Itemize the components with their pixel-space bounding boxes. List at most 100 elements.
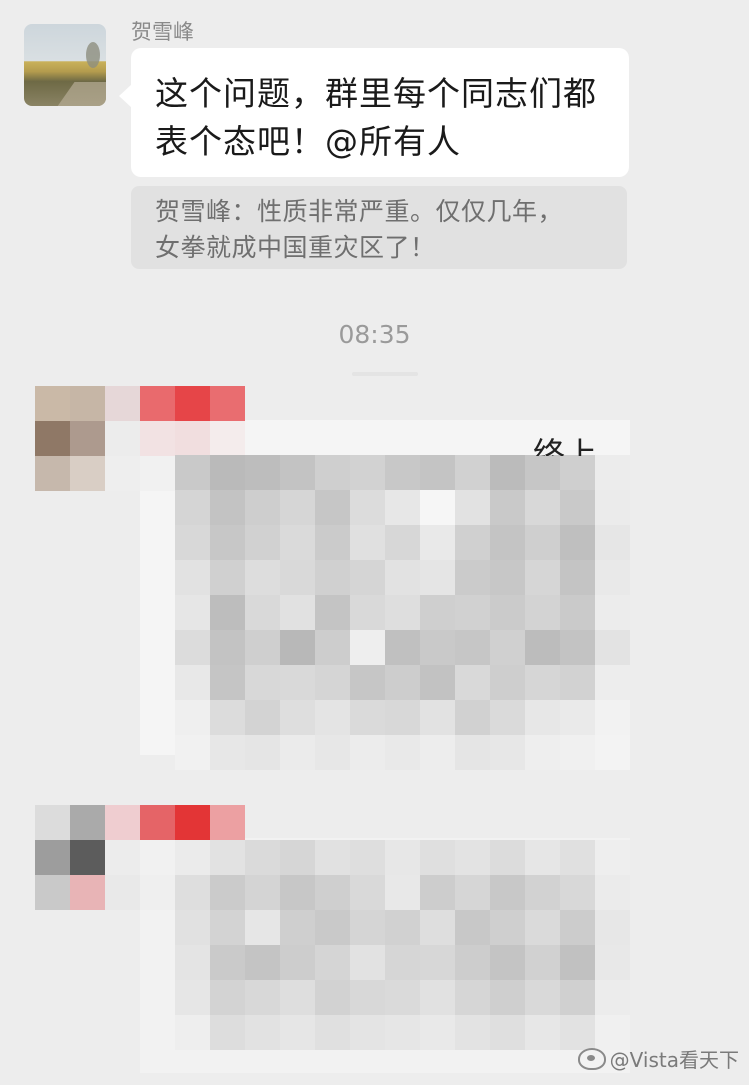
pixelated-avatar-1-cell	[35, 456, 70, 491]
pixelated-text-cell	[280, 700, 315, 735]
pixelated-text-cell	[455, 735, 490, 770]
pixelated-text-cell	[560, 630, 595, 665]
pixelated-avatar-2-cell	[105, 840, 140, 875]
pixelated-text-cell	[210, 525, 245, 560]
divider	[352, 372, 418, 376]
pixelated-text-cell	[350, 945, 385, 980]
pixelated-text-cell	[350, 735, 385, 770]
pixelated-avatar-1-cell	[140, 386, 175, 421]
pixelated-text-cell	[595, 840, 630, 875]
pixelated-text-cell	[420, 980, 455, 1015]
pixelated-text-cell	[350, 630, 385, 665]
pixelated-avatar-2-cell	[140, 875, 175, 910]
pixelated-avatar-1-cell	[35, 421, 70, 456]
pixelated-avatar-1-cell	[105, 421, 140, 456]
pixelated-text-cell	[595, 980, 630, 1015]
pixelated-text-cell	[315, 665, 350, 700]
pixelated-avatar-2-cell	[140, 805, 175, 840]
pixelated-text-cell	[525, 595, 560, 630]
pixelated-text-cell	[525, 735, 560, 770]
pixelated-text-cell	[385, 595, 420, 630]
pixelated-text-cell	[175, 700, 210, 735]
pixelated-text-cell	[245, 560, 280, 595]
pixelated-text-cell	[455, 665, 490, 700]
pixelated-text-cell	[525, 875, 560, 910]
pixelated-text-cell	[420, 630, 455, 665]
pixelated-avatar-2-cell	[35, 805, 70, 840]
pixelated-text-cell	[490, 1015, 525, 1050]
pixelated-text-cell	[245, 840, 280, 875]
pixelated-text-cell	[350, 665, 385, 700]
pixelated-text-cell	[490, 910, 525, 945]
sender-name: 贺雪峰	[131, 20, 194, 44]
timestamp: 08:35	[338, 320, 411, 349]
pixelated-text-cell	[315, 630, 350, 665]
pixelated-text-cell	[175, 980, 210, 1015]
pixelated-text-cell	[280, 980, 315, 1015]
pixelated-text-cell	[315, 980, 350, 1015]
pixelated-text-cell	[490, 700, 525, 735]
pixelated-text-cell	[595, 665, 630, 700]
pixelated-text-cell	[175, 840, 210, 875]
pixelated-text-cell	[560, 525, 595, 560]
pixelated-text-cell	[385, 560, 420, 595]
pixelated-text-cell	[490, 490, 525, 525]
pixelated-text-cell	[490, 945, 525, 980]
pixelated-text-cell	[490, 980, 525, 1015]
pixelated-text-cell	[455, 595, 490, 630]
pixelated-text-cell	[420, 700, 455, 735]
pixelated-text-cell	[280, 490, 315, 525]
pixelated-text-cell	[210, 980, 245, 1015]
pixelated-avatar-1-cell	[70, 421, 105, 456]
pixelated-text-cell	[455, 910, 490, 945]
pixelated-text-cell	[525, 490, 560, 525]
pixelated-text-cell	[210, 455, 245, 490]
pixelated-text-cell	[210, 560, 245, 595]
pixelated-text-cell	[490, 875, 525, 910]
pixelated-text-cell	[315, 595, 350, 630]
pixelated-text-cell	[350, 700, 385, 735]
pixelated-avatar-2-cell	[35, 840, 70, 875]
partial-visible-text: 终上	[533, 435, 598, 456]
pixelated-text-cell	[245, 980, 280, 1015]
sender-avatar[interactable]	[24, 24, 106, 106]
pixelated-avatar-1-cell	[35, 386, 70, 421]
pixelated-text-cell	[560, 595, 595, 630]
pixelated-avatar-2-cell	[70, 875, 105, 910]
pixelated-text-cell	[350, 490, 385, 525]
pixelated-avatar-2-cell	[140, 840, 175, 875]
pixelated-text-cell	[560, 980, 595, 1015]
pixelated-text-cell	[525, 700, 560, 735]
pixelated-text-cell	[595, 630, 630, 665]
pixelated-text-cell	[350, 595, 385, 630]
message-bubble[interactable]: 这个问题，群里每个同志们都 表个态吧！@所有人	[119, 48, 629, 177]
pixelated-text-cell	[525, 455, 560, 490]
pixelated-text-cell	[280, 735, 315, 770]
pixelated-text-cell	[175, 875, 210, 910]
weibo-logo-icon	[577, 1047, 606, 1070]
pixelated-text-cell	[420, 560, 455, 595]
pixelated-text-cell	[385, 1015, 420, 1050]
pixelated-text-cell	[280, 840, 315, 875]
pixelated-text-cell	[385, 875, 420, 910]
pixelated-text-cell	[245, 875, 280, 910]
pixelated-text-cell	[350, 840, 385, 875]
quoted-message[interactable]: 贺雪峰：性质非常严重。仅仅几年， 女拳就成中国重灾区了！	[131, 186, 627, 269]
pixelated-text-cell	[560, 875, 595, 910]
pixelated-text-cell	[560, 910, 595, 945]
pixelated-text-cell	[350, 910, 385, 945]
pixelated-avatar-2-cell	[105, 805, 140, 840]
pixelated-text-cell	[175, 525, 210, 560]
pixelated-text-cell	[420, 1015, 455, 1050]
pixelated-text-cell	[560, 735, 595, 770]
pixelated-avatar-1-cell	[70, 456, 105, 491]
pixelated-text-cell	[315, 700, 350, 735]
pixelated-text-cell	[525, 1015, 560, 1050]
pixelated-text-cell	[315, 945, 350, 980]
pixelated-avatar-2-cell	[210, 805, 245, 840]
pixelated-text-cell	[175, 945, 210, 980]
pixelated-avatar-1-cell	[210, 386, 245, 421]
pixelated-text-cell	[420, 455, 455, 490]
pixelated-text-cell	[420, 735, 455, 770]
pixelated-text-cell	[385, 665, 420, 700]
